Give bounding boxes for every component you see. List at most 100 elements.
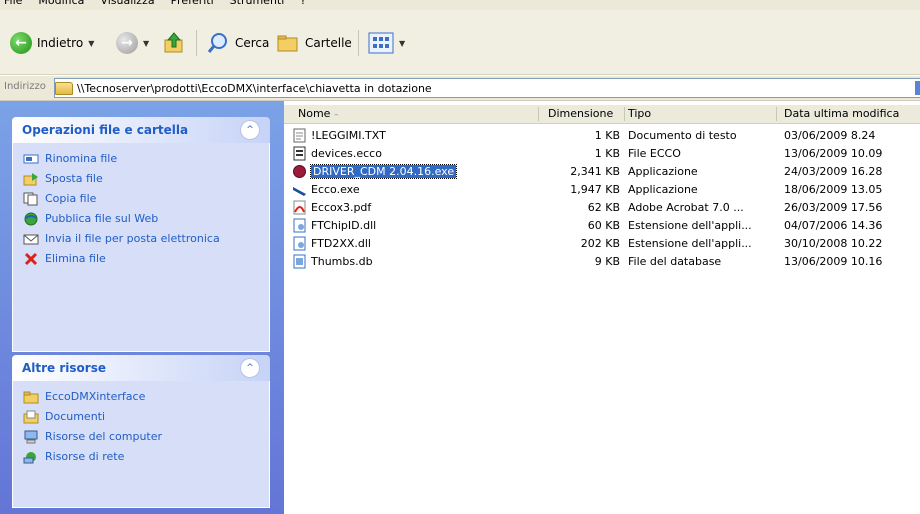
menu-bar: File Modifica Visualizza Preferiti Strum… (0, 0, 920, 10)
file-name[interactable]: !LEGGIMI.TXT (311, 129, 386, 142)
task-move[interactable]: Sposta file (23, 169, 259, 189)
text-file-icon (293, 128, 306, 143)
search-icon (207, 33, 227, 53)
address-label: Indirizzo (4, 81, 46, 92)
file-type: File del database (628, 255, 722, 268)
installer-icon (293, 165, 306, 178)
mail-icon (23, 232, 39, 246)
toolbar-separator (358, 30, 359, 56)
place-label: EccoDMXinterface (45, 390, 146, 403)
other-places-body: EccoDMXinterface Documenti Risorse del c… (12, 381, 270, 508)
file-date: 18/06/2009 13.05 (784, 183, 883, 196)
folders-icon (277, 35, 298, 52)
column-divider[interactable] (538, 107, 539, 121)
task-rename[interactable]: Rinomina file (23, 149, 259, 169)
file-name[interactable]: FTChipID.dll (311, 219, 376, 232)
file-name[interactable]: Ecco.exe (311, 183, 360, 196)
column-divider[interactable] (624, 107, 625, 121)
place-documents[interactable]: Documenti (23, 407, 259, 427)
file-row[interactable]: FTD2XX.dll 202 KB Estensione dell'appli...… (284, 235, 920, 253)
file-name[interactable]: Thumbs.db (311, 255, 373, 268)
file-name[interactable]: DRIVER_CDM 2.04.16.exe (309, 164, 458, 179)
file-tasks-header[interactable]: Operazioni file e cartella ^ (12, 117, 270, 143)
task-publish[interactable]: Pubblica file sul Web (23, 209, 259, 229)
file-size: 1,947 KB (570, 183, 620, 196)
column-name[interactable]: Nome – (298, 107, 338, 120)
task-copy[interactable]: Copia file (23, 189, 259, 209)
back-dropdown-icon[interactable]: ▼ (88, 39, 94, 48)
rename-icon (23, 152, 39, 166)
file-row[interactable]: FTChipID.dll 60 KB Estensione dell'appli..… (284, 217, 920, 235)
address-dropdown-icon[interactable] (915, 81, 920, 95)
file-type: Applicazione (628, 165, 698, 178)
collapse-chevron-icon[interactable]: ^ (240, 358, 260, 378)
task-email[interactable]: Invia il file per posta elettronica (23, 229, 259, 249)
file-type: Adobe Acrobat 7.0 ... (628, 201, 744, 214)
file-tasks-body: Rinomina file Sposta file Copia file Pub… (12, 143, 270, 352)
file-type: File ECCO (628, 147, 681, 160)
db-icon (293, 254, 306, 269)
file-row[interactable]: DRIVER_CDM 2.04.16.exe 2,341 KB Applicazio… (284, 163, 920, 181)
file-name[interactable]: devices.ecco (311, 147, 382, 160)
address-input[interactable]: \\Tecnoserver\prodotti\EccoDMX\interface… (54, 78, 920, 98)
column-divider[interactable] (776, 107, 777, 121)
search-button[interactable]: Cerca (206, 28, 269, 58)
views-dropdown-icon[interactable]: ▼ (399, 39, 405, 48)
menu-favorites[interactable]: Preferiti (171, 0, 214, 10)
place-my-computer[interactable]: Risorse del computer (23, 427, 259, 447)
collapse-chevron-icon[interactable]: ^ (240, 120, 260, 140)
file-row[interactable]: !LEGGIMI.TXT 1 KB Documento di testo 03/06/… (284, 127, 920, 145)
column-date[interactable]: Data ultima modifica (784, 107, 899, 120)
column-type[interactable]: Tipo (628, 107, 651, 120)
folders-label: Cartelle (305, 36, 352, 50)
other-places-header[interactable]: Altre risorse ^ (12, 355, 270, 381)
file-tasks-title: Operazioni file e cartella (22, 123, 189, 137)
place-parent-folder[interactable]: EccoDMXinterface (23, 387, 259, 407)
file-name[interactable]: Eccox3.pdf (311, 201, 371, 214)
menu-edit[interactable]: Modifica (38, 0, 84, 10)
file-size: 202 KB (580, 237, 620, 250)
menu-file[interactable]: File (4, 0, 22, 10)
back-button[interactable]: ← Indietro ▼ (10, 28, 94, 58)
file-row[interactable]: Ecco.exe 1,947 KB Applicazione 18/06/2009 1… (284, 181, 920, 199)
file-row[interactable]: devices.ecco 1 KB File ECCO 13/06/2009 10.0… (284, 145, 920, 163)
file-date: 30/10/2008 10.22 (784, 237, 883, 250)
menu-tools[interactable]: Strumenti (230, 0, 285, 10)
file-type: Applicazione (628, 183, 698, 196)
file-date: 13/06/2009 10.16 (784, 255, 883, 268)
folders-button[interactable]: Cartelle (276, 28, 352, 58)
place-label: Risorse di rete (45, 450, 125, 463)
sort-ascending-icon: – (333, 110, 339, 120)
views-button[interactable]: ▼ (368, 28, 405, 58)
folder-icon (23, 390, 39, 404)
task-label: Copia file (45, 192, 97, 205)
toolbar: ← Indietro ▼ → ▼ Cerca Cartelle ▼ (0, 10, 920, 75)
column-size[interactable]: Dimensione (548, 107, 613, 120)
place-network[interactable]: Risorse di rete (23, 447, 259, 467)
file-row[interactable]: Thumbs.db 9 KB File del database 13/06/2009… (284, 253, 920, 271)
column-header: Nome – Dimensione Tipo Data ultima modif… (284, 105, 920, 124)
file-tasks-panel: Operazioni file e cartella ^ Rinomina fi… (12, 117, 270, 352)
pdf-icon (293, 200, 306, 215)
file-list: Nome – Dimensione Tipo Data ultima modif… (284, 101, 920, 514)
menu-view[interactable]: Visualizza (100, 0, 154, 10)
app-icon (293, 187, 306, 196)
forward-button[interactable]: → ▼ (116, 28, 149, 58)
address-bar: Indirizzo \\Tecnoserver\prodotti\EccoDMX… (0, 76, 920, 101)
file-size: 1 KB (594, 147, 620, 160)
address-path[interactable]: \\Tecnoserver\prodotti\EccoDMX\interface… (77, 82, 432, 95)
menu-help[interactable]: ? (300, 0, 306, 10)
file-date: 03/06/2009 8.24 (784, 129, 876, 142)
file-name[interactable]: FTD2XX.dll (311, 237, 371, 250)
search-label: Cerca (235, 36, 270, 50)
computer-icon (23, 430, 39, 444)
task-label: Pubblica file sul Web (45, 212, 159, 225)
forward-dropdown-icon[interactable]: ▼ (143, 39, 149, 48)
file-type: Documento di testo (628, 129, 737, 142)
generic-file-icon (293, 146, 306, 161)
file-row[interactable]: Eccox3.pdf 62 KB Adobe Acrobat 7.0 ... 26/0… (284, 199, 920, 217)
task-delete[interactable]: Elimina file (23, 249, 259, 269)
up-folder-button[interactable] (162, 28, 186, 58)
move-icon (23, 172, 39, 186)
other-places-panel: Altre risorse ^ EccoDMXinterface Documen… (12, 355, 270, 508)
